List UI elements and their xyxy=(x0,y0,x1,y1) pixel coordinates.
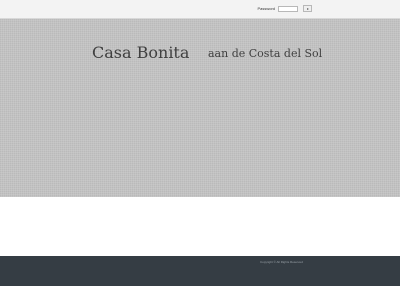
bottom-strip xyxy=(0,286,400,300)
copyright-text: Copyright © All Rights Reserved xyxy=(260,260,303,264)
password-input[interactable] xyxy=(278,5,298,12)
site-subtitle: aan de Costa del Sol xyxy=(208,47,323,60)
login-form: Password xyxy=(257,5,312,12)
page: Password Casa Bonita aan de Costa del So… xyxy=(0,0,400,300)
hero-banner: Casa Bonita aan de Costa del Sol xyxy=(0,19,400,197)
footer: Copyright © All Rights Reserved xyxy=(0,256,400,286)
chevron-right-icon xyxy=(306,7,309,10)
top-bar: Password xyxy=(0,0,400,19)
login-button[interactable] xyxy=(303,5,312,12)
site-title: Casa Bonita xyxy=(92,43,190,62)
content-area xyxy=(0,197,400,256)
password-label: Password xyxy=(257,5,275,11)
